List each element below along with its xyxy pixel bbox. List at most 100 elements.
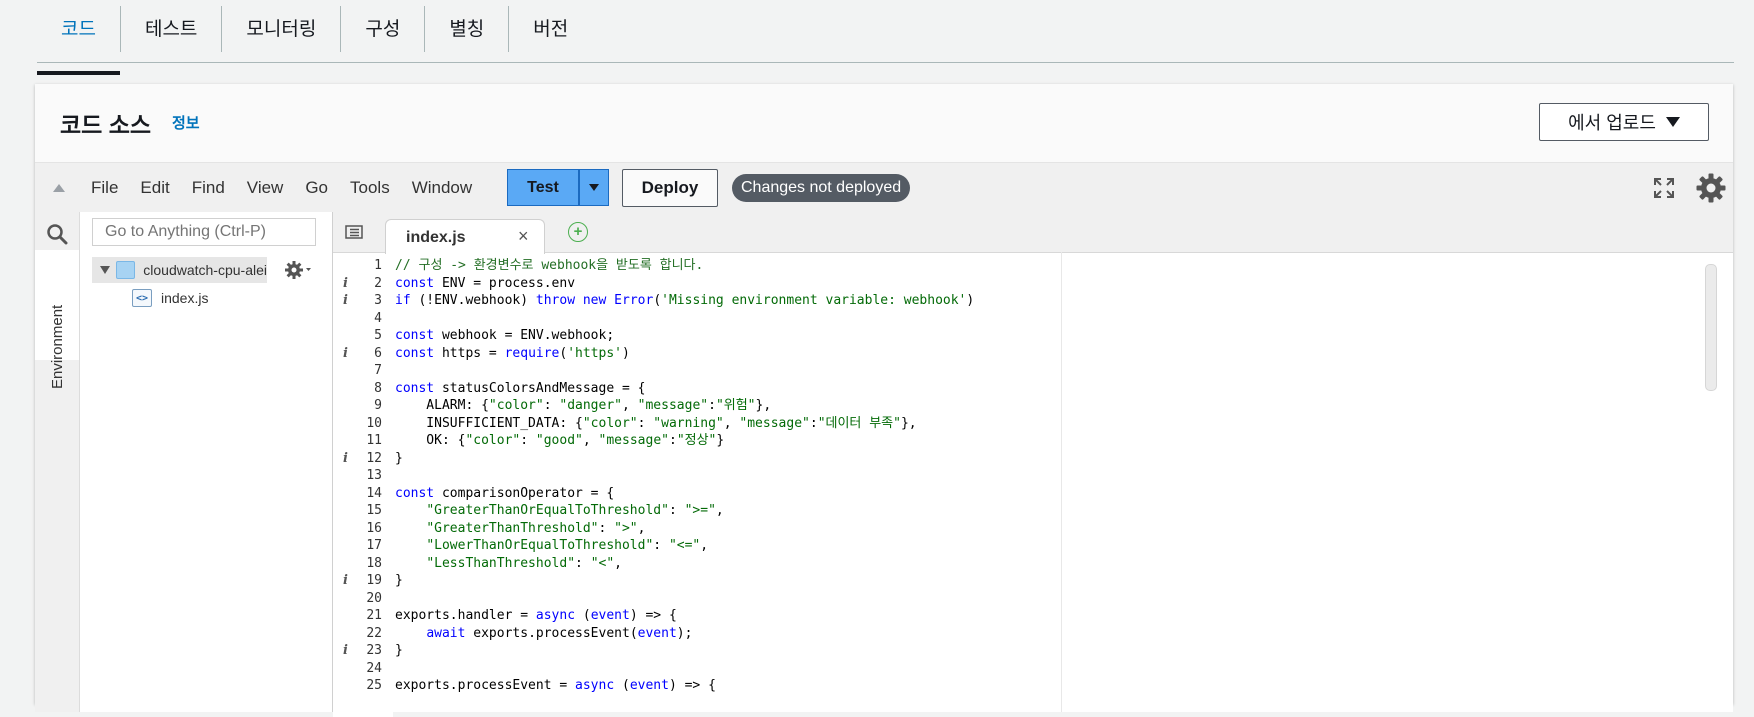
line-number: 16 [366,520,382,536]
code-line[interactable]: "LessThanThreshold": "<", [395,555,1695,573]
folder-icon [116,261,136,279]
code-line[interactable]: } [395,642,1695,660]
tree-folder-item[interactable]: cloudwatch-cpu-alei [92,257,267,283]
code-line[interactable]: OK: {"color": "good", "message":"정상"} [395,432,1695,450]
line-number: i 23 [343,642,382,660]
tab-versions[interactable]: 버전 [509,0,592,60]
info-link[interactable]: 정보 [172,112,200,133]
code-line[interactable] [395,467,1695,485]
menu-window[interactable]: Window [412,178,472,198]
line-number: 24 [366,660,382,676]
editor-tab-index-js[interactable]: index.js × [385,219,545,254]
deploy-button[interactable]: Deploy [622,169,718,207]
code-content[interactable]: // 구성 -> 환경변수로 webhook을 받도록 합니다. const EN… [395,257,1695,717]
code-line[interactable]: exports.processEvent = async (event) => … [395,677,1695,695]
close-icon[interactable]: × [518,226,529,247]
tab-monitoring[interactable]: 모니터링 [222,0,340,60]
menu-tools[interactable]: Tools [350,178,390,198]
line-number: 14 [366,485,382,501]
menu-bar: File Edit Find View Go Tools Window [91,163,494,213]
info-annotation-icon[interactable]: i [343,642,348,660]
folder-name: cloudwatch-cpu-alei [143,262,267,278]
line-number: i6 [343,345,382,363]
function-tabs: 코드 테스트 모니터링 구성 별칭 버전 [37,0,592,75]
menu-go[interactable]: Go [305,178,328,198]
panel-header: 코드 소스 정보 에서 업로드 [35,84,1733,162]
environment-tab[interactable]: Environment [35,250,80,389]
deploy-status-badge: Changes not deployed [732,174,911,202]
info-annotation-icon[interactable]: i [343,450,348,468]
menu-edit[interactable]: Edit [140,178,169,198]
line-number: 1 [374,258,382,273]
code-line[interactable]: const statusColorsAndMessage = { [395,380,1695,398]
vertical-scrollbar[interactable] [1705,264,1717,391]
test-button-group: Test [507,169,609,206]
code-line[interactable]: } [395,572,1695,590]
caret-down-icon [1665,117,1680,127]
line-number: 17 [366,538,382,553]
code-line[interactable]: const comparisonOperator = { [395,485,1695,503]
line-number: 7 [374,363,382,378]
line-number: 18 [366,555,382,571]
tab-test[interactable]: 테스트 [121,0,221,60]
code-line[interactable]: "GreaterThanOrEqualToThreshold": ">=", [395,502,1695,520]
code-line[interactable]: "GreaterThanThreshold": ">", [395,520,1695,538]
line-number: i 12 [343,450,382,468]
search-icon[interactable] [46,223,68,245]
tab-list-icon[interactable] [345,225,363,239]
code-line[interactable] [395,362,1695,380]
upload-button-label: 에서 업로드 [1568,113,1656,133]
tab-code[interactable]: 코드 [37,0,120,75]
line-number: 15 [366,503,382,518]
menu-file[interactable]: File [91,178,118,198]
code-line[interactable]: const webhook = ENV.webhook; [395,327,1695,345]
code-line[interactable]: await exports.processEvent(event); [395,625,1695,643]
editor-tab-label: index.js [406,229,466,246]
expand-arrow-icon[interactable] [100,266,110,274]
line-number: i3 [343,292,382,310]
editor-tab-bar: index.js × + [333,212,1733,254]
code-line[interactable]: const https = require('https') [395,345,1695,363]
collapse-toolbar-icon[interactable] [53,184,65,192]
panel-title: 코드 소스 [60,112,152,138]
info-annotation-icon[interactable]: i [343,292,348,310]
code-line[interactable]: // 구성 -> 환경변수로 webhook을 받도록 합니다. [395,257,1695,275]
tabs-divider-line [37,62,1734,63]
line-number: 13 [366,468,382,483]
code-line[interactable]: ALARM: {"color": "danger", "message":"위험… [395,397,1695,415]
file-name: index.js [161,290,209,306]
code-line[interactable]: INSUFFICIENT_DATA: {"color": "warning", … [395,415,1695,433]
folder-settings-icon[interactable] [284,260,312,280]
ide-left-rail: Environment [35,212,80,712]
tab-aliases[interactable]: 별칭 [425,0,508,60]
line-number: 4 [374,310,382,326]
code-line[interactable]: } [395,450,1695,468]
gear-icon[interactable] [1695,172,1727,204]
line-number: 22 [366,625,382,641]
go-to-anything-input[interactable] [92,218,316,246]
info-annotation-icon[interactable]: i [343,275,348,293]
fullscreen-icon[interactable] [1653,177,1675,199]
tab-configuration[interactable]: 구성 [341,0,424,60]
code-line[interactable] [395,660,1695,678]
info-annotation-icon[interactable]: i [343,572,348,590]
code-line[interactable]: exports.handler = async (event) => { [395,607,1695,625]
upload-from-button[interactable]: 에서 업로드 [1539,103,1709,141]
code-source-panel: 코드 소스 정보 에서 업로드 File Edit Find View Go T… [35,84,1733,717]
file-tree-panel: cloudwatch-cpu-alei <> index.js [80,212,333,712]
code-line[interactable]: if (!ENV.webhook) throw new Error('Missi… [395,292,1695,310]
code-line[interactable]: "LowerThanOrEqualToThreshold": "<=", [395,537,1695,555]
test-button[interactable]: Test [507,169,579,206]
add-tab-icon[interactable]: + [568,222,588,242]
ide-toolbar: File Edit Find View Go Tools Window Test… [35,162,1733,214]
menu-find[interactable]: Find [192,178,225,198]
code-line[interactable] [395,590,1695,608]
code-line[interactable] [395,310,1695,328]
code-line[interactable]: const ENV = process.env [395,275,1695,293]
tree-file-item[interactable]: <> index.js [132,286,208,310]
menu-view[interactable]: View [247,178,284,198]
test-dropdown-button[interactable] [579,169,609,206]
info-annotation-icon[interactable]: i [343,345,348,363]
line-number: 9 [374,398,382,413]
line-number: 20 [366,590,382,606]
